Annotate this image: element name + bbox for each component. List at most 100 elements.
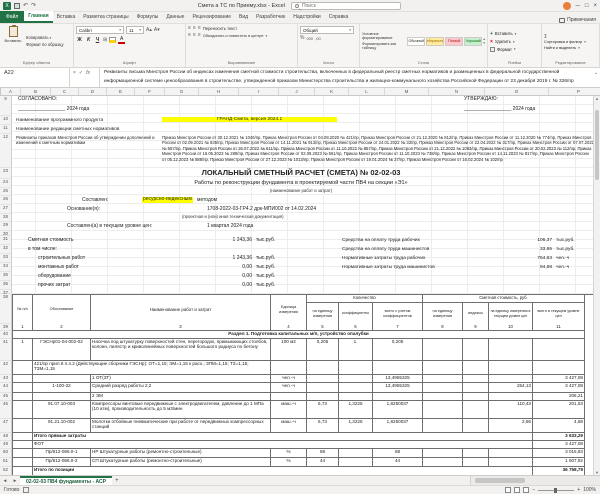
row-number[interactable]: 51 — [0, 458, 12, 467]
cell[interactable] — [13, 467, 33, 475]
delete-cells-button[interactable]: ×Удалить▾ — [490, 39, 516, 45]
cell[interactable]: Итого по позиции — [33, 467, 533, 475]
row-number[interactable]: 24 — [0, 179, 12, 188]
cell[interactable]: Пр/812-086.0-2 — [33, 458, 91, 467]
cell[interactable] — [463, 419, 489, 433]
tab-review[interactable]: Рецензирование — [188, 11, 235, 23]
cell[interactable]: ФОТ — [33, 441, 533, 449]
cell[interactable] — [271, 393, 307, 401]
cell[interactable]: чел.-ч — [271, 383, 307, 393]
cell[interactable] — [463, 361, 489, 375]
insert-function-icon[interactable]: fx — [86, 70, 90, 76]
column-header-A[interactable]: A — [1, 88, 21, 95]
row-number[interactable]: 12 — [0, 134, 12, 168]
row-number[interactable]: 46 — [0, 401, 12, 419]
zoom-slider-thumb[interactable] — [554, 488, 557, 493]
cell[interactable]: чел.-ч — [271, 375, 307, 383]
sort-filter-button[interactable]: Сортировка и фильтр▾ — [544, 40, 586, 44]
cell-style-bad[interactable]: Плохой — [445, 37, 463, 46]
tab-home[interactable]: Главная — [24, 11, 52, 23]
cell[interactable]: СП Штукатурные работы (ремонтно-строител… — [91, 458, 271, 467]
font-size-select[interactable]: 11▾ — [126, 26, 144, 34]
cell[interactable] — [423, 401, 463, 419]
cell[interactable]: 1. — [339, 339, 373, 361]
row-number[interactable]: 23 — [0, 168, 12, 179]
account-avatar[interactable] — [563, 2, 571, 10]
borders-icon[interactable]: ⊞ — [103, 38, 107, 43]
column-header-J[interactable]: J — [279, 88, 315, 95]
cell[interactable]: 1 ОТ(ЗТ) — [91, 375, 271, 383]
enter-icon[interactable]: ✓ — [79, 70, 83, 76]
cell[interactable]: 3 015,83 — [533, 449, 585, 458]
column-header-M[interactable]: M — [385, 88, 429, 95]
column-header-I[interactable]: I — [239, 88, 279, 95]
normal-view-icon[interactable] — [505, 487, 511, 493]
styles-down-icon[interactable]: ▾ — [483, 41, 485, 45]
new-sheet-button[interactable]: + — [112, 476, 122, 485]
orders-value[interactable]: Приказ Минстроя России от 30.12.2021 № 1… — [162, 135, 594, 162]
row-number[interactable]: 38 — [0, 294, 12, 324]
maximize-button[interactable]: □ — [585, 3, 589, 9]
row-number[interactable]: 50 — [0, 449, 12, 458]
bold-button[interactable]: Ж — [76, 37, 83, 43]
horizontal-scrollbar[interactable] — [470, 476, 600, 485]
column-header-C[interactable]: C — [51, 88, 79, 95]
basis-value[interactable]: 1708-2022-03-ГР4.2 дрк-МПИ002 от 14.02.2… — [207, 207, 316, 213]
cell[interactable]: 44 — [307, 458, 339, 467]
cell[interactable] — [423, 383, 463, 393]
cell[interactable] — [463, 401, 489, 419]
zoom-slider[interactable] — [538, 490, 574, 491]
format-as-table-button[interactable]: Форматировать как таблицу — [362, 42, 405, 50]
zoom-out-icon[interactable]: − — [532, 487, 535, 493]
cell[interactable] — [339, 361, 373, 375]
align-center-icon[interactable]: ≡ — [193, 33, 196, 38]
cell[interactable] — [423, 361, 463, 375]
row-number[interactable]: 25 — [0, 188, 12, 196]
page-break-view-icon[interactable] — [523, 487, 529, 493]
cell[interactable]: 110,43 — [489, 401, 533, 419]
cell[interactable] — [13, 393, 33, 401]
cell[interactable]: 88 — [373, 449, 423, 458]
cell[interactable] — [423, 375, 463, 383]
column-header-G[interactable]: G — [165, 88, 199, 95]
cell[interactable]: 36 758,79 — [533, 467, 585, 475]
cell[interactable] — [373, 361, 423, 375]
cell[interactable] — [339, 449, 373, 458]
cell[interactable] — [307, 393, 339, 401]
percent-style-icon[interactable]: % — [300, 36, 304, 41]
tab-developer[interactable]: Разработчик — [252, 11, 289, 23]
cell[interactable] — [463, 383, 489, 393]
row-number[interactable]: 52 — [0, 467, 12, 475]
cell[interactable]: 421/пр прил.6 п.4.2 (Действующие сборник… — [33, 361, 271, 375]
copy-button[interactable]: Копировать▾ — [26, 35, 64, 40]
column-header-H[interactable]: H — [199, 88, 239, 95]
tab-addins[interactable]: Надстройки — [289, 11, 324, 23]
cell[interactable] — [339, 393, 373, 401]
formula-input[interactable]: Реквизиты письма Минстроя России об инде… — [100, 68, 592, 87]
cell[interactable]: 3 427,08 — [533, 375, 585, 383]
cell[interactable] — [533, 339, 585, 361]
italic-button[interactable]: К — [85, 37, 92, 43]
cancel-icon[interactable]: × — [73, 70, 76, 76]
cell[interactable] — [423, 449, 463, 458]
cell[interactable] — [423, 458, 463, 467]
font-name-select[interactable]: Calibri▾ — [76, 26, 124, 34]
tab-help[interactable]: Справка — [325, 11, 353, 23]
macro-record-icon[interactable] — [23, 487, 29, 493]
method-highlight[interactable]: ресурсно-индексным — [142, 197, 193, 203]
cell[interactable] — [33, 393, 91, 401]
font-color-icon[interactable]: А — [118, 36, 125, 44]
cell[interactable]: 206,21 — [533, 393, 585, 401]
fill-color-icon[interactable] — [109, 37, 116, 43]
cell[interactable] — [533, 361, 585, 375]
cell[interactable]: % — [271, 449, 307, 458]
cell[interactable]: Компрессоры винтовые передвижные с элект… — [91, 401, 271, 419]
page-layout-view-icon[interactable] — [514, 487, 520, 493]
cell[interactable]: 91.07.10-003 — [33, 401, 91, 419]
cell[interactable]: НР Штукатурные работы (ремонтно-строител… — [91, 449, 271, 458]
cell[interactable]: 6,73 — [307, 401, 339, 419]
decrease-font-icon[interactable]: А▾ — [154, 28, 160, 33]
cell[interactable]: 1,3225 — [339, 419, 373, 433]
cell[interactable] — [13, 433, 33, 441]
cell[interactable] — [13, 449, 33, 458]
